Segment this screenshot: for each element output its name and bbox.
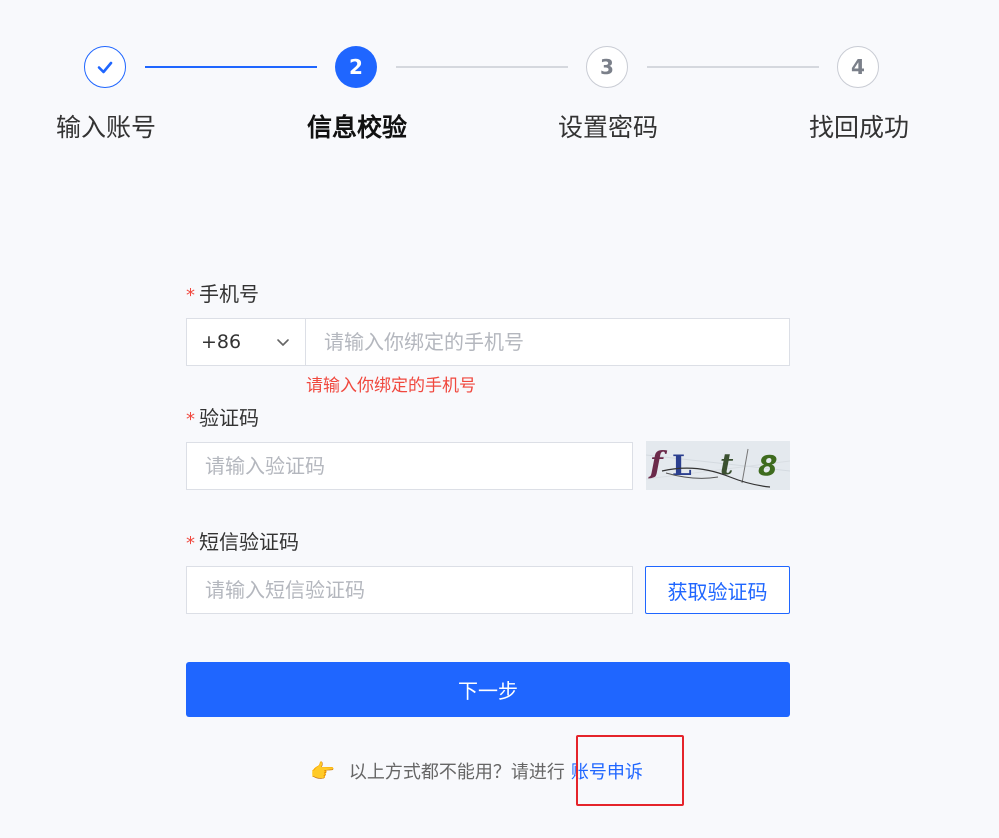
captcha-label: * 验证码 [186,402,259,431]
step-connector-2 [396,66,568,68]
captcha-input[interactable] [187,443,632,489]
sms-code-label-text: 短信验证码 [199,530,299,554]
chevron-down-icon [277,339,289,346]
get-sms-code-button[interactable]: 获取验证码 [645,566,790,614]
phone-label-text: 手机号 [199,282,259,306]
phone-label: * 手机号 [186,278,259,307]
step-2-label: 信息校验 [306,113,408,142]
phone-error-message: 请输入你绑定的手机号 [306,376,476,396]
required-mark: * [186,409,195,430]
sms-code-label: * 短信验证码 [186,526,299,555]
password-recovery-page: 2 3 4 输入账号 信息校验 设置密码 找回成功 * 手机号 +86 请输入你绑… [0,0,999,838]
step-4-label: 找回成功 [808,113,910,142]
phone-input-wrapper [305,318,790,366]
step-2-indicator: 2 [335,46,377,88]
sms-code-input[interactable] [187,567,632,613]
captcha-graphic: f L t 8 [646,441,790,490]
captcha-image[interactable]: f L t 8 [646,441,790,490]
phone-input[interactable] [306,319,789,365]
step-1-label: 输入账号 [55,113,157,142]
sms-code-input-wrapper [186,566,633,614]
pointing-hand-icon: 👉 [310,759,335,783]
step-3-label: 设置密码 [557,113,659,142]
step-2-number: 2 [349,55,363,79]
checkmark-icon [97,61,113,74]
svg-text:8: 8 [758,449,777,482]
appeal-hint-row: 👉 以上方式都不能用？请进行 账号申诉 [310,756,643,786]
step-3-indicator: 3 [586,46,628,88]
account-appeal-link[interactable]: 账号申诉 [571,758,643,784]
step-connector-1 [145,66,317,68]
step-1-indicator [84,46,126,88]
step-4-number: 4 [851,55,865,79]
next-step-button[interactable]: 下一步 [186,662,790,717]
captcha-input-wrapper [186,442,633,490]
step-connector-3 [647,66,819,68]
country-code-value: +86 [201,331,242,353]
required-mark: * [186,533,195,554]
captcha-label-text: 验证码 [199,406,259,430]
required-mark: * [186,285,195,306]
country-code-select[interactable]: +86 [186,318,306,366]
appeal-hint-text: 以上方式都不能用？请进行 [348,762,565,783]
step-4-indicator: 4 [837,46,879,88]
step-3-number: 3 [600,55,614,79]
